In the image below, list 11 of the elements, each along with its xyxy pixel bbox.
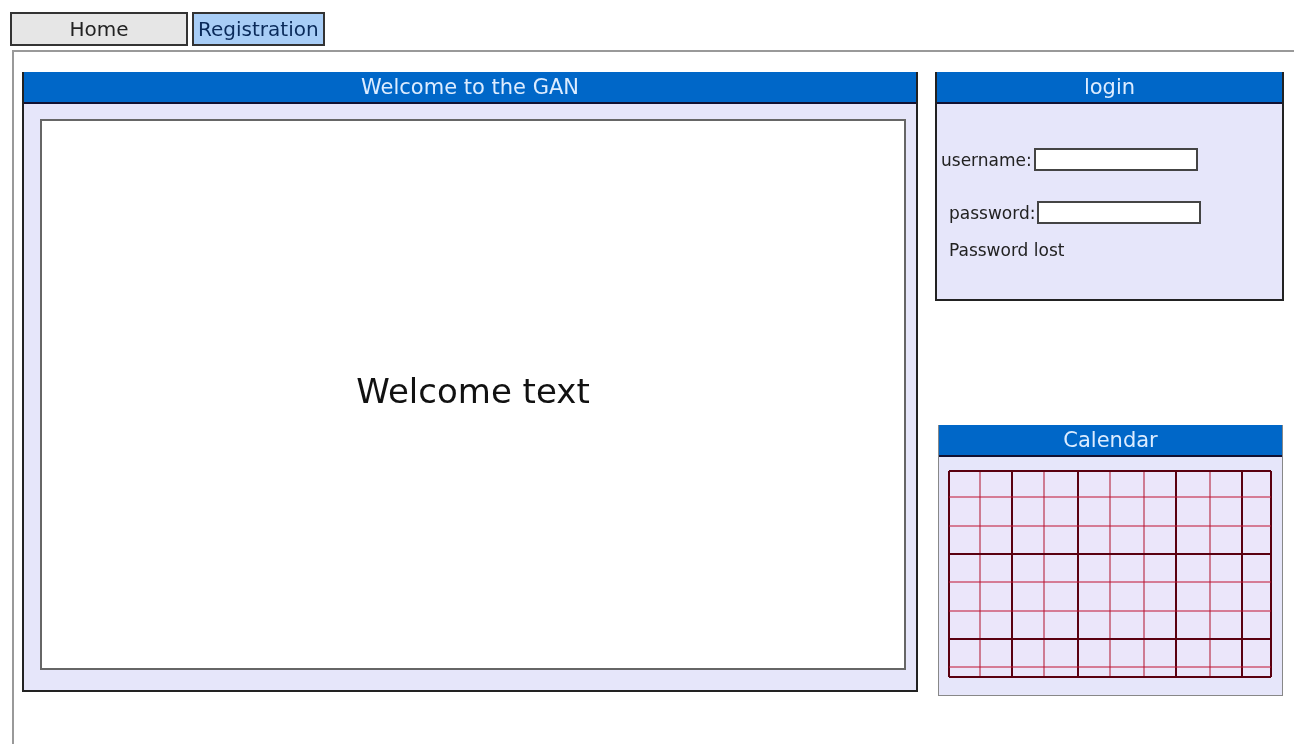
field-label: username: (941, 149, 1032, 170)
field-label: password: (949, 202, 1036, 223)
tab[interactable]: Home (10, 12, 188, 46)
panel-title: Welcome to the GAN (24, 72, 916, 104)
input-field[interactable] (1037, 201, 1202, 224)
tab[interactable]: Registration (192, 12, 325, 46)
input-field[interactable] (1033, 148, 1198, 171)
welcome-text: Welcome text (356, 370, 590, 411)
password-lost-link[interactable]: Password lost (941, 240, 1282, 260)
panel-title: login (937, 72, 1282, 104)
panel-title: Calendar (939, 425, 1282, 457)
